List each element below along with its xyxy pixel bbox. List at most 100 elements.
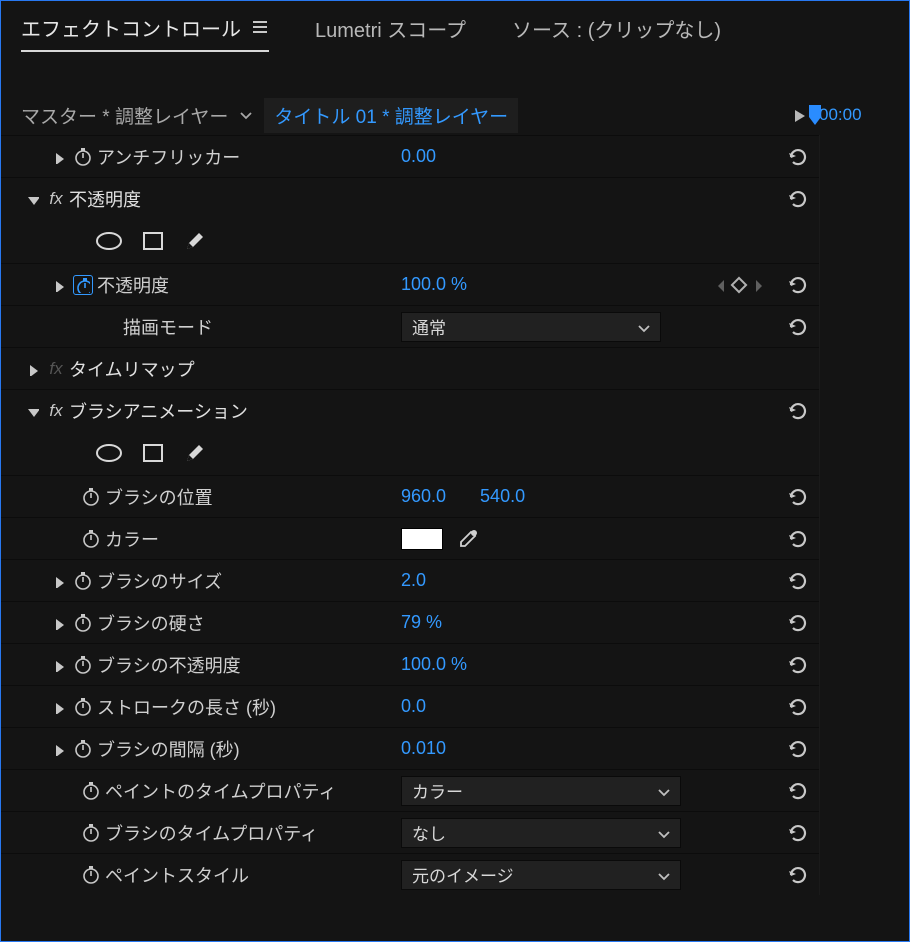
prop-value[interactable]: 100.0 % <box>401 654 467 675</box>
effect-timeremap-header[interactable]: fx タイムリマップ <box>1 347 819 389</box>
prop-opacity[interactable]: 不透明度 100.0 % <box>1 263 819 305</box>
chevron-down-icon <box>636 320 650 334</box>
reset-icon[interactable] <box>787 189 807 209</box>
prop-blend-mode[interactable]: 描画モード 通常 <box>1 305 819 347</box>
prop-brush-size[interactable]: ブラシのサイズ 2.0 <box>1 559 819 601</box>
twirl-icon[interactable] <box>21 192 43 206</box>
eyedropper-icon[interactable] <box>457 528 479 550</box>
paint-style-dropdown[interactable]: 元のイメージ <box>401 860 681 890</box>
reset-icon[interactable] <box>787 739 807 759</box>
tab-label: Lumetri スコープ <box>315 14 466 43</box>
timeline-column[interactable] <box>819 135 909 895</box>
timecode-header[interactable]: 00:00 <box>819 105 909 125</box>
blend-mode-dropdown[interactable]: 通常 <box>401 312 661 342</box>
prop-stroke-length[interactable]: ストロークの長さ (秒) 0.0 <box>1 685 819 727</box>
brush-time-dropdown[interactable]: なし <box>401 818 681 848</box>
prop-value[interactable]: 79 % <box>401 612 442 633</box>
prop-brush-position[interactable]: ブラシの位置 960.0 540.0 <box>1 475 819 517</box>
stopwatch-icon[interactable] <box>69 613 97 633</box>
prop-paint-time[interactable]: ペイントのタイムプロパティ カラー <box>1 769 819 811</box>
prev-keyframe-icon[interactable] <box>713 277 727 293</box>
reset-icon[interactable] <box>787 697 807 717</box>
prop-brush-opacity[interactable]: ブラシの不透明度 100.0 % <box>1 643 819 685</box>
twirl-icon[interactable] <box>47 658 69 672</box>
reset-icon[interactable] <box>787 613 807 633</box>
prop-label: ブラシの硬さ <box>97 610 205 636</box>
reset-icon[interactable] <box>787 823 807 843</box>
stopwatch-icon[interactable] <box>77 529 105 549</box>
panel-tabs: エフェクトコントロール Lumetri スコープ ソース : (クリップなし) <box>1 1 909 55</box>
tab-source[interactable]: ソース : (クリップなし) <box>512 6 721 51</box>
fx-badge-icon[interactable]: fx <box>43 189 69 209</box>
twirl-icon[interactable] <box>47 742 69 756</box>
paint-time-dropdown[interactable]: カラー <box>401 776 681 806</box>
dropdown-value: カラー <box>412 778 463 803</box>
prop-value[interactable]: 0.00 <box>401 146 436 167</box>
add-keyframe-icon[interactable] <box>731 276 748 293</box>
twirl-icon[interactable] <box>47 574 69 588</box>
twirl-icon[interactable] <box>47 150 69 164</box>
prop-antiflicker[interactable]: アンチフリッカー 0.00 <box>1 135 819 177</box>
prop-paint-style[interactable]: ペイントスタイル 元のイメージ <box>1 853 819 895</box>
prop-value-x[interactable]: 960.0 <box>401 486 446 507</box>
mask-pen-icon[interactable] <box>183 229 207 253</box>
panel-menu-icon[interactable] <box>251 18 269 36</box>
master-clip-label[interactable]: マスター * 調整レイヤー <box>21 102 228 129</box>
prop-value[interactable]: 2.0 <box>401 570 426 591</box>
stopwatch-icon[interactable] <box>69 147 97 167</box>
stopwatch-icon[interactable] <box>77 781 105 801</box>
reset-icon[interactable] <box>787 401 807 421</box>
stopwatch-icon[interactable] <box>77 823 105 843</box>
prop-value[interactable]: 0.010 <box>401 738 446 759</box>
reset-icon[interactable] <box>787 275 807 295</box>
mask-pen-icon[interactable] <box>183 441 207 465</box>
fx-badge-icon[interactable]: fx <box>43 359 69 379</box>
twirl-icon[interactable] <box>47 700 69 714</box>
twirl-icon[interactable] <box>21 404 43 418</box>
mask-ellipse-icon[interactable] <box>95 443 123 463</box>
prop-label: ストロークの長さ (秒) <box>97 694 276 720</box>
next-keyframe-icon[interactable] <box>751 277 765 293</box>
stopwatch-icon[interactable] <box>69 655 97 675</box>
keyframe-nav[interactable] <box>713 277 765 293</box>
stopwatch-active-icon[interactable] <box>69 275 97 295</box>
timeline-play-icon[interactable] <box>518 107 819 123</box>
reset-icon[interactable] <box>787 487 807 507</box>
effect-brush-header[interactable]: fx ブラシアニメーション <box>1 389 819 431</box>
tab-label: ソース : (クリップなし) <box>512 14 721 43</box>
stopwatch-icon[interactable] <box>69 571 97 591</box>
sequence-clip-label[interactable]: タイトル 01 * 調整レイヤー <box>264 98 518 133</box>
prop-brush-color[interactable]: カラー <box>1 517 819 559</box>
stopwatch-icon[interactable] <box>69 739 97 759</box>
tab-lumetri-scopes[interactable]: Lumetri スコープ <box>315 6 466 51</box>
reset-icon[interactable] <box>787 147 807 167</box>
mask-rect-icon[interactable] <box>141 230 165 252</box>
effect-opacity-header[interactable]: fx 不透明度 <box>1 177 819 219</box>
twirl-icon[interactable] <box>47 278 69 292</box>
prop-value[interactable]: 100.0 % <box>401 274 467 295</box>
twirl-icon[interactable] <box>21 362 43 376</box>
fx-badge-icon[interactable]: fx <box>43 401 69 421</box>
color-swatch[interactable] <box>401 528 443 550</box>
prop-brush-spacing[interactable]: ブラシの間隔 (秒) 0.010 <box>1 727 819 769</box>
stopwatch-icon[interactable] <box>77 487 105 507</box>
chevron-down-icon[interactable] <box>238 107 254 123</box>
tab-effect-controls[interactable]: エフェクトコントロール <box>21 5 269 52</box>
mask-rect-icon[interactable] <box>141 442 165 464</box>
prop-label: ブラシの位置 <box>105 484 213 510</box>
prop-brush-time[interactable]: ブラシのタイムプロパティ なし <box>1 811 819 853</box>
prop-brush-hardness[interactable]: ブラシの硬さ 79 % <box>1 601 819 643</box>
stopwatch-icon[interactable] <box>69 697 97 717</box>
clip-header-row: マスター * 調整レイヤー タイトル 01 * 調整レイヤー 00:00 <box>1 95 909 135</box>
reset-icon[interactable] <box>787 317 807 337</box>
prop-value-y[interactable]: 540.0 <box>480 486 525 507</box>
twirl-icon[interactable] <box>47 616 69 630</box>
reset-icon[interactable] <box>787 571 807 591</box>
mask-ellipse-icon[interactable] <box>95 231 123 251</box>
reset-icon[interactable] <box>787 865 807 885</box>
reset-icon[interactable] <box>787 529 807 549</box>
reset-icon[interactable] <box>787 781 807 801</box>
prop-value[interactable]: 0.0 <box>401 696 426 717</box>
stopwatch-icon[interactable] <box>77 865 105 885</box>
reset-icon[interactable] <box>787 655 807 675</box>
